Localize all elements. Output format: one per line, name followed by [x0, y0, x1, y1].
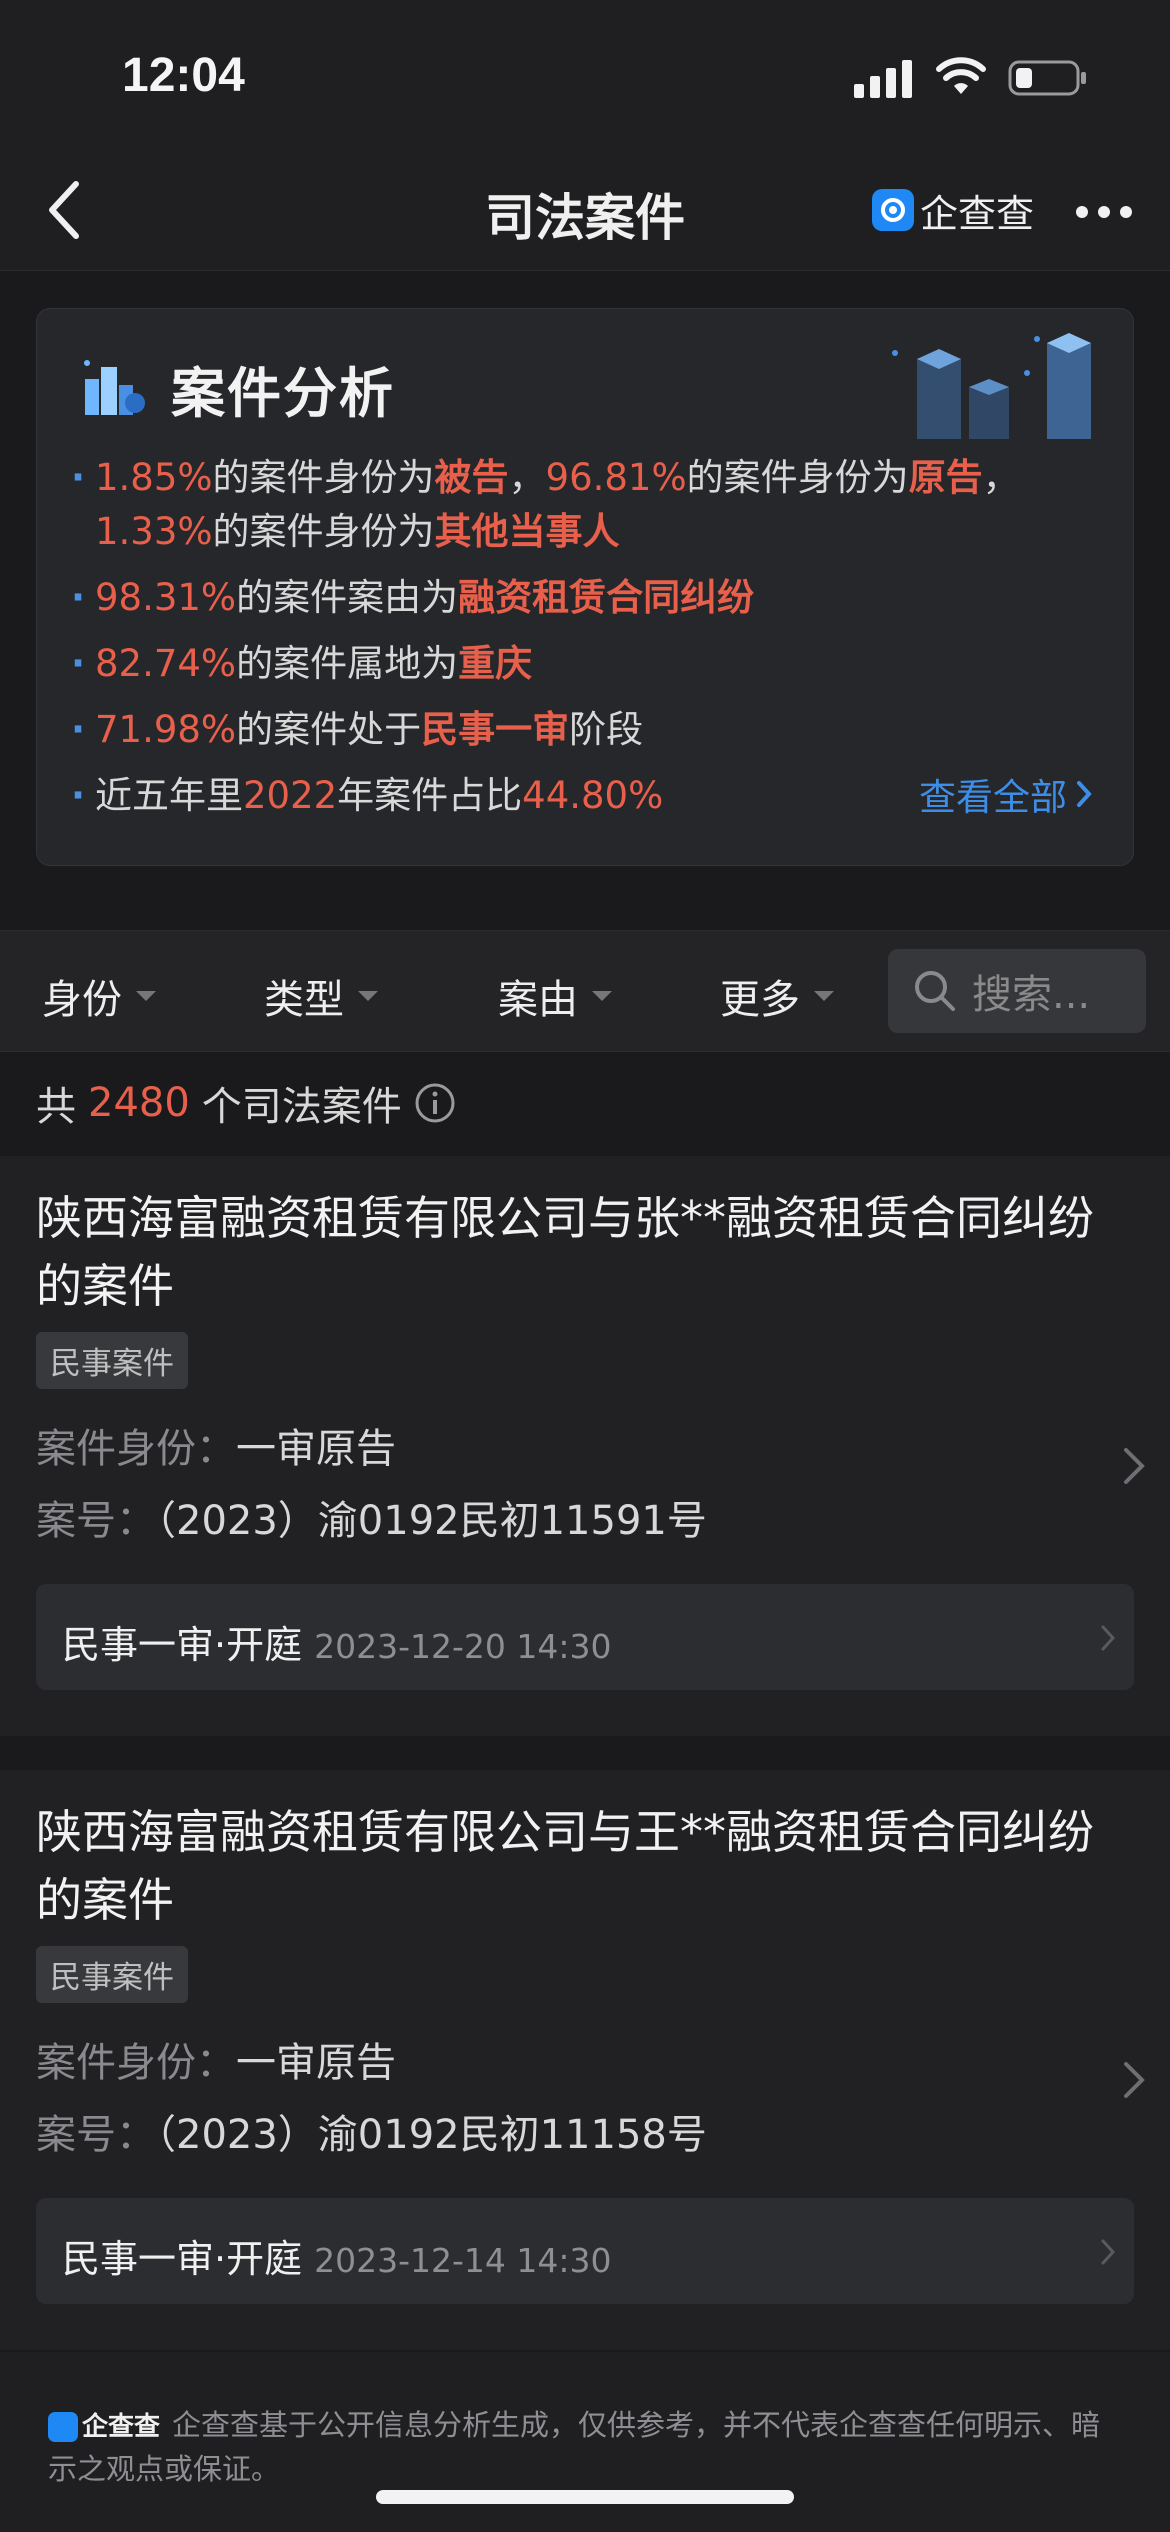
case-card[interactable]: 陕西海富融资租赁有限公司与张**融资租赁合同纠纷的案件 民事案件 案件身份：一审…	[0, 1156, 1170, 1736]
case-number-label: 案号：	[36, 1498, 156, 1544]
case-role-row: 案件身份：一审原告	[36, 2030, 396, 2088]
filter-cause[interactable]: 案由	[498, 967, 612, 1025]
status-bar: 12:04	[0, 0, 1170, 150]
session-info: 民事一审·开庭 2023-12-14 14:30	[62, 2228, 611, 2283]
search-icon	[915, 971, 955, 1011]
info-icon[interactable]	[414, 1082, 456, 1124]
case-number-row: 案号：（2023）渝0192民初11591号	[36, 1488, 707, 1546]
cellular-signal-icon	[854, 60, 912, 98]
case-role-value: 一审原告	[236, 1426, 396, 1472]
filter-cause-label: 案由	[498, 977, 578, 1023]
session-stage: 民事一审·开庭	[62, 1623, 303, 1667]
more-options-icon[interactable]	[1074, 202, 1134, 222]
filter-more[interactable]: 更多	[720, 967, 834, 1025]
filter-type[interactable]: 类型	[264, 967, 378, 1025]
caret-down-icon	[814, 991, 834, 1001]
disclaimer-footer: 企查查 企查查基于公开信息分析生成，仅供参考，并不代表企查查任何明示、暗示之观点…	[0, 2352, 1170, 2532]
card-header: 案件分析	[79, 349, 395, 428]
case-role-label: 案件身份：	[36, 2040, 236, 2086]
nav-bar: 司法案件 企查查	[0, 150, 1170, 271]
caret-down-icon	[136, 991, 156, 1001]
decorative-bars-icon	[892, 333, 1091, 439]
case-card[interactable]: 陕西海富融资租赁有限公司与王**融资租赁合同纠纷的案件 民事案件 案件身份：一审…	[0, 1770, 1170, 2350]
hearing-session-row[interactable]: 民事一审·开庭 2023-12-14 14:30	[36, 2198, 1134, 2304]
analysis-item: 82.74%的案件属地为重庆	[71, 637, 1095, 691]
status-time: 12:04	[122, 49, 245, 102]
chevron-right-icon	[1101, 2239, 1116, 2265]
case-role-row: 案件身份：一审原告	[36, 1416, 396, 1474]
filter-identity-label: 身份	[42, 977, 122, 1023]
filter-bar: 身份 类型 案由 更多 搜索...	[0, 930, 1170, 1052]
chevron-right-icon	[1124, 2062, 1145, 2098]
case-analysis-card: 案件分析 1.85%的案件身份为被告，96.81%的案件身份为原告，1.33%的…	[36, 308, 1134, 866]
case-number-value: （2023）渝0192民初11158号	[156, 2112, 707, 2158]
session-date: 2023-12-20 14:30	[314, 1627, 612, 1666]
case-number-label: 案号：	[36, 2112, 156, 2158]
brand-logo: 企查查	[872, 180, 1034, 240]
battery-icon	[1008, 60, 1086, 96]
case-type-tag: 民事案件	[36, 1332, 188, 1389]
chevron-right-icon	[1124, 1448, 1145, 1484]
case-number-row: 案号：（2023）渝0192民初11158号	[36, 2102, 707, 2160]
case-count: 共 2480 个司法案件	[36, 1074, 456, 1132]
hearing-session-row[interactable]: 民事一审·开庭 2023-12-20 14:30	[36, 1584, 1134, 1690]
count-suffix: 个司法案件	[201, 1084, 402, 1130]
count-number: 2480	[88, 1080, 190, 1126]
session-info: 民事一审·开庭 2023-12-20 14:30	[62, 1614, 611, 1669]
chevron-right-icon	[1101, 1625, 1116, 1651]
home-indicator[interactable]	[376, 2490, 794, 2504]
qcc-logo-icon	[872, 189, 914, 231]
brand-name: 企查查	[920, 191, 1035, 236]
search-placeholder: 搜索...	[972, 972, 1091, 1018]
analysis-item: 71.98%的案件处于民事一审阶段	[71, 703, 1095, 757]
session-stage: 民事一审·开庭	[62, 2237, 303, 2281]
disclaimer-text-block: 企查查 企查查基于公开信息分析生成，仅供参考，并不代表企查查任何明示、暗示之观点…	[48, 2404, 1128, 2490]
session-date: 2023-12-14 14:30	[314, 2241, 612, 2280]
footer-brand-logo: 企查查	[48, 2406, 160, 2448]
qcc-logo-icon	[48, 2412, 78, 2442]
case-title[interactable]: 陕西海富融资租赁有限公司与张**融资租赁合同纠纷的案件	[36, 1184, 1136, 1320]
case-role-label: 案件身份：	[36, 1426, 236, 1472]
analysis-chart-icon	[84, 359, 145, 415]
count-prefix: 共	[36, 1084, 76, 1130]
case-title[interactable]: 陕西海富融资租赁有限公司与王**融资租赁合同纠纷的案件	[36, 1798, 1136, 1934]
case-role-value: 一审原告	[236, 2040, 396, 2086]
analysis-item: 1.85%的案件身份为被告，96.81%的案件身份为原告，1.33%的案件身份为…	[71, 451, 1095, 559]
wifi-icon	[936, 57, 986, 94]
view-all-label: 查看全部	[919, 776, 1067, 819]
chevron-right-icon	[1077, 781, 1092, 807]
filter-identity[interactable]: 身份	[42, 967, 156, 1025]
filter-more-label: 更多	[720, 977, 800, 1023]
view-all-link[interactable]: 查看全部	[919, 767, 1093, 821]
search-input[interactable]: 搜索...	[888, 949, 1146, 1033]
case-number-value: （2023）渝0192民初11591号	[156, 1498, 707, 1544]
card-title: 案件分析	[171, 362, 395, 425]
disclaimer-text: 企查查基于公开信息分析生成，仅供参考，并不代表企查查任何明示、暗示之观点或保证。	[48, 2408, 1101, 2486]
caret-down-icon	[358, 991, 378, 1001]
caret-down-icon	[592, 991, 612, 1001]
analysis-item: 98.31%的案件案由为融资租赁合同纠纷	[71, 571, 1095, 625]
case-type-tag: 民事案件	[36, 1946, 188, 2003]
filter-type-label: 类型	[264, 977, 344, 1023]
footer-brand-name: 企查查	[82, 2412, 161, 2442]
